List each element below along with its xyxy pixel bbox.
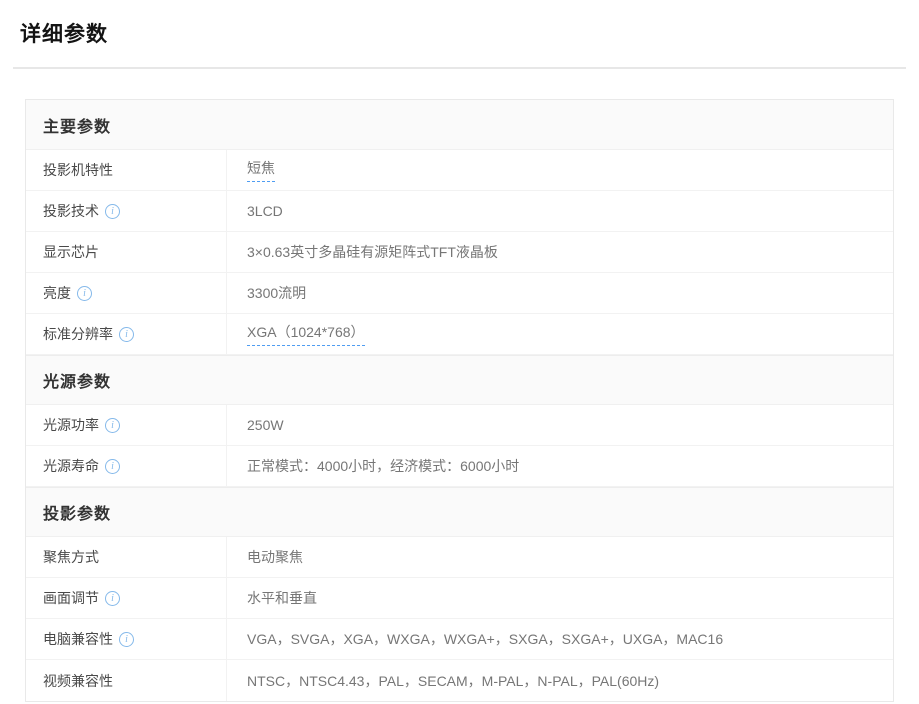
row-label: 标准分辨率 bbox=[43, 326, 113, 342]
row-label: 投影机特性 bbox=[43, 162, 113, 178]
row-label: 亮度 bbox=[43, 285, 71, 301]
value-cell: 3LCD bbox=[226, 191, 893, 231]
row-value: NTSC，NTSC4.43，PAL，SECAM，M-PAL，N-PAL，PAL(… bbox=[247, 672, 660, 689]
table-row-image-adjust: 画面调节 i 水平和垂直 bbox=[26, 578, 893, 619]
section-title: 主要参数 bbox=[43, 118, 112, 136]
label-cell: 视频兼容性 bbox=[26, 660, 226, 701]
value-cell: 电动聚焦 bbox=[226, 537, 893, 577]
label-cell: 光源功率 i bbox=[26, 405, 226, 445]
row-value: 3LCD bbox=[247, 203, 283, 219]
section-title: 投影参数 bbox=[43, 506, 112, 523]
table-row-display-chip: 显示芯片 3×0.63英寸多晶硅有源矩阵式TFT液晶板 bbox=[26, 232, 893, 273]
title-divider bbox=[13, 67, 906, 69]
row-value: 250W bbox=[247, 417, 284, 433]
label-cell: 光源寿命 i bbox=[26, 446, 226, 486]
label-cell: 聚焦方式 bbox=[26, 537, 226, 577]
section-header-projection: 投影参数 bbox=[26, 487, 893, 537]
info-icon[interactable]: i bbox=[105, 590, 120, 606]
row-value: 3×0.63英寸多晶硅有源矩阵式TFT液晶板 bbox=[247, 244, 498, 260]
row-label: 光源功率 bbox=[43, 417, 99, 433]
info-icon[interactable]: i bbox=[119, 326, 134, 342]
info-icon[interactable]: i bbox=[105, 417, 120, 433]
row-label: 光源寿命 bbox=[43, 458, 99, 474]
table-row-brightness: 亮度 i 3300流明 bbox=[26, 273, 893, 314]
row-label: 画面调节 bbox=[43, 590, 99, 606]
row-value-link[interactable]: XGA（1024*768） bbox=[247, 322, 365, 346]
label-cell: 投影机特性 bbox=[26, 150, 226, 190]
value-cell: VGA，SVGA，XGA，WXGA，WXGA+，SXGA，SXGA+，UXGA，… bbox=[226, 619, 893, 659]
spec-table: 主要参数 投影机特性 短焦 投影技术 i 3LCD 显示芯片 3×0.63英寸多… bbox=[25, 99, 894, 702]
info-icon[interactable]: i bbox=[105, 203, 120, 219]
section-header-main: 主要参数 bbox=[26, 100, 893, 150]
table-row-projector-feature: 投影机特性 短焦 bbox=[26, 150, 893, 191]
value-cell: 3300流明 bbox=[226, 273, 893, 313]
table-row-light-life: 光源寿命 i 正常模式：4000小时，经济模式：6000小时 bbox=[26, 446, 893, 487]
table-row-focus-mode: 聚焦方式 电动聚焦 bbox=[26, 537, 893, 578]
table-row-video-compatibility: 视频兼容性 NTSC，NTSC4.43，PAL，SECAM，M-PAL，N-PA… bbox=[26, 660, 893, 701]
row-label: 投影技术 bbox=[43, 203, 99, 219]
value-cell: XGA（1024*768） bbox=[226, 314, 893, 354]
page-title: 详细参数 bbox=[20, 23, 108, 46]
row-value-link[interactable]: 短焦 bbox=[247, 158, 275, 182]
row-value: 正常模式：4000小时，经济模式：6000小时 bbox=[247, 458, 520, 474]
label-cell: 画面调节 i bbox=[26, 578, 226, 618]
label-cell: 亮度 i bbox=[26, 273, 226, 313]
row-value: 水平和垂直 bbox=[247, 590, 317, 606]
value-cell: 短焦 bbox=[226, 150, 893, 190]
table-row-pc-compatibility: 电脑兼容性 i VGA，SVGA，XGA，WXGA，WXGA+，SXGA，SXG… bbox=[26, 619, 893, 660]
section-light-source-params: 光源参数 光源功率 i 250W 光源寿命 i 正常模式：4000小时，经济模式… bbox=[26, 355, 893, 487]
section-main-params: 主要参数 投影机特性 短焦 投影技术 i 3LCD 显示芯片 3×0.63英寸多… bbox=[26, 100, 893, 355]
section-title: 光源参数 bbox=[43, 374, 112, 391]
row-value: 电动聚焦 bbox=[247, 549, 303, 565]
value-cell: 水平和垂直 bbox=[226, 578, 893, 618]
label-cell: 显示芯片 bbox=[26, 232, 226, 272]
row-value: 3300流明 bbox=[247, 285, 307, 301]
row-label: 视频兼容性 bbox=[43, 672, 113, 689]
row-label: 显示芯片 bbox=[43, 244, 99, 260]
label-cell: 投影技术 i bbox=[26, 191, 226, 231]
info-icon[interactable]: i bbox=[77, 285, 92, 301]
table-row-light-power: 光源功率 i 250W bbox=[26, 405, 893, 446]
table-row-resolution: 标准分辨率 i XGA（1024*768） bbox=[26, 314, 893, 355]
row-label: 电脑兼容性 bbox=[43, 631, 113, 647]
info-icon[interactable]: i bbox=[119, 631, 134, 647]
value-cell: NTSC，NTSC4.43，PAL，SECAM，M-PAL，N-PAL，PAL(… bbox=[226, 660, 893, 701]
section-projection-params: 投影参数 聚焦方式 电动聚焦 画面调节 i 水平和垂直 电脑兼容性 i VGA，… bbox=[26, 487, 893, 701]
table-row-projection-tech: 投影技术 i 3LCD bbox=[26, 191, 893, 232]
label-cell: 标准分辨率 i bbox=[26, 314, 226, 354]
value-cell: 正常模式：4000小时，经济模式：6000小时 bbox=[226, 446, 893, 486]
value-cell: 3×0.63英寸多晶硅有源矩阵式TFT液晶板 bbox=[226, 232, 893, 272]
row-value: VGA，SVGA，XGA，WXGA，WXGA+，SXGA，SXGA+，UXGA，… bbox=[247, 631, 724, 647]
label-cell: 电脑兼容性 i bbox=[26, 619, 226, 659]
value-cell: 250W bbox=[226, 405, 893, 445]
info-icon[interactable]: i bbox=[105, 458, 120, 474]
row-label: 聚焦方式 bbox=[43, 549, 99, 565]
section-header-light-source: 光源参数 bbox=[26, 355, 893, 405]
